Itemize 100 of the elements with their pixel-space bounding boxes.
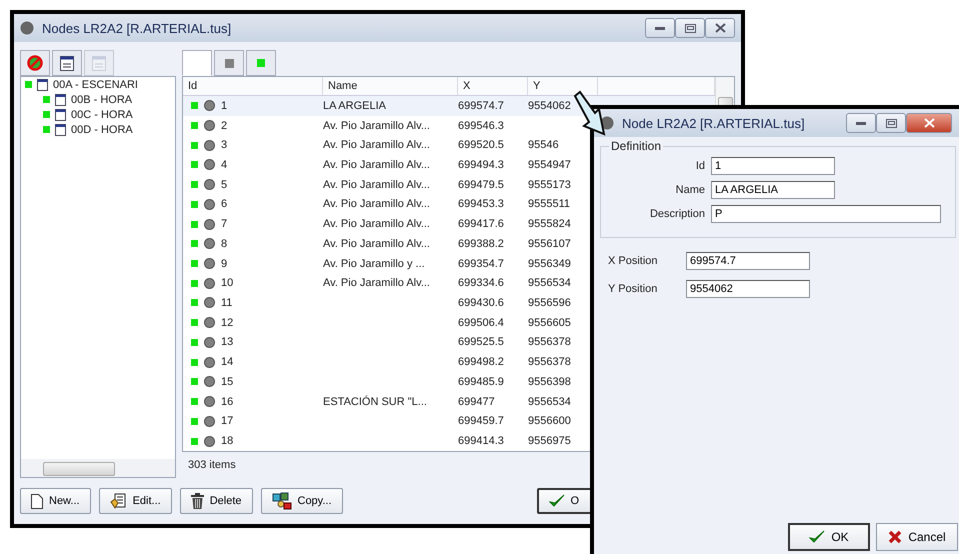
y-cell: 9556398 (528, 376, 571, 388)
status-square (191, 338, 198, 346)
maximize-icon (684, 24, 696, 32)
cancel-button[interactable]: Cancel (876, 523, 958, 551)
id-cell: 12 (221, 316, 234, 329)
toolbar-button[interactable]: New... (20, 488, 91, 514)
field-label: X Position (608, 255, 659, 267)
window-title: Node LR2A2 [R.ARTERIAL.tus] (622, 116, 805, 130)
maximize-button[interactable] (876, 113, 906, 133)
node-icon (204, 179, 215, 190)
group-title: Definition (610, 139, 662, 153)
status-square (191, 102, 198, 110)
text-field[interactable]: 9554062 (686, 280, 810, 298)
table-row[interactable]: 14 699498.2 9556378 (183, 352, 715, 372)
node-icon (204, 376, 215, 388)
calendar-icon (92, 56, 106, 70)
status-square (191, 378, 198, 386)
id-cell: 13 (221, 336, 234, 348)
table-row[interactable]: 15 699485.9 9556398 (183, 372, 715, 392)
x-cell: 699477 (458, 396, 495, 408)
close-button[interactable] (705, 18, 735, 38)
minimize-icon (655, 26, 665, 30)
table-row[interactable]: 8 Av. Pio Jaramillo Alv... 699388.2 9556107 (183, 234, 715, 254)
ok-button[interactable]: OK (788, 523, 870, 551)
x-cell: 699354.7 (458, 258, 504, 270)
table-row[interactable]: 17 699459.7 9556600 (183, 411, 715, 432)
text-field[interactable]: 699574.7 (686, 252, 810, 270)
node-icon (204, 436, 215, 447)
column-header[interactable]: Id (183, 77, 323, 95)
column-header[interactable]: X (458, 77, 528, 95)
maximize-button[interactable] (675, 18, 705, 38)
node-icon (204, 100, 215, 112)
field-label: Id (694, 160, 705, 172)
toolbar-button[interactable]: Delete (180, 488, 252, 514)
check-icon (809, 530, 826, 544)
text-field[interactable]: LA ARGELIA (711, 181, 835, 199)
name-cell: ESTACIÓN SUR "L... (323, 396, 427, 408)
close-button[interactable] (906, 113, 952, 133)
tree-item[interactable]: 00B - HORA (71, 94, 132, 106)
calendar-icon (55, 124, 66, 136)
node-icon (204, 317, 215, 328)
id-cell: 6 (221, 198, 228, 210)
field-label: Y Position (608, 283, 658, 295)
toolbar-button[interactable]: Copy... (260, 488, 343, 514)
column-header[interactable]: Name (323, 77, 458, 95)
horizontal-scrollbar[interactable] (21, 459, 175, 477)
y-cell: 9555173 (528, 178, 571, 191)
text-field[interactable]: P (711, 205, 941, 223)
table-row[interactable]: 16 ESTACIÓN SUR "L... 699477 9556534 (183, 392, 715, 412)
node-icon (204, 159, 215, 170)
square-icon (224, 58, 234, 68)
tree-item[interactable]: 00C - HORA (71, 108, 133, 120)
y-cell: 95546 (528, 139, 559, 152)
node-icon (20, 21, 34, 35)
id-cell: 2 (221, 120, 228, 132)
status-square (191, 299, 198, 306)
table-row[interactable]: 12 699506.4 9556605 (183, 312, 715, 333)
tree-item[interactable]: 00D - HORA (71, 124, 133, 136)
table-row[interactable]: 18 699414.3 9556975 (183, 431, 715, 451)
y-cell: 9556596 (528, 296, 571, 309)
status-square (191, 260, 198, 268)
minimize-button[interactable] (846, 113, 876, 133)
y-cell: 9556378 (528, 336, 571, 348)
y-cell: 9556605 (528, 316, 571, 329)
minimize-button[interactable] (645, 18, 675, 38)
scroll-thumb[interactable] (43, 462, 115, 476)
calendar-icon (60, 56, 74, 70)
y-cell: 9555511 (528, 198, 570, 210)
id-cell: 9 (221, 258, 228, 270)
x-cell: 699334.6 (458, 277, 504, 290)
edit-icon (110, 493, 127, 509)
id-cell: 3 (221, 139, 228, 152)
table-row[interactable]: 13 699525.5 9556378 (183, 332, 715, 352)
node-icon (204, 258, 215, 270)
column-header[interactable]: Y (528, 77, 598, 95)
status-square (25, 81, 32, 88)
field-label: Description (648, 208, 705, 220)
tree-item[interactable]: 00A - ESCENARI (53, 78, 138, 90)
x-cell: 699574.7 (458, 100, 504, 112)
node-icon (204, 356, 215, 368)
node-icon (204, 416, 215, 427)
maximize-icon (886, 118, 896, 128)
toolbar-button[interactable] (52, 50, 82, 76)
node-icon (204, 140, 215, 151)
status-square-icon (257, 59, 265, 67)
toolbar-button[interactable]: Edit... (98, 488, 172, 514)
status-square (191, 280, 198, 287)
name-cell: Av. Pio Jaramillo Alv... (323, 139, 430, 152)
x-cell: 699525.5 (458, 336, 504, 348)
status-square (43, 111, 50, 118)
node-icon (204, 297, 215, 308)
field-label: Name (674, 184, 705, 196)
view-tab[interactable] (214, 50, 244, 76)
page-icon (31, 494, 43, 508)
copy-icon (272, 492, 292, 510)
toolbar-button[interactable] (20, 50, 50, 76)
y-cell: 9556600 (528, 415, 571, 428)
text-field[interactable]: 1 (711, 157, 835, 175)
node-icon (204, 278, 215, 289)
x-cell: 699494.3 (458, 158, 504, 171)
